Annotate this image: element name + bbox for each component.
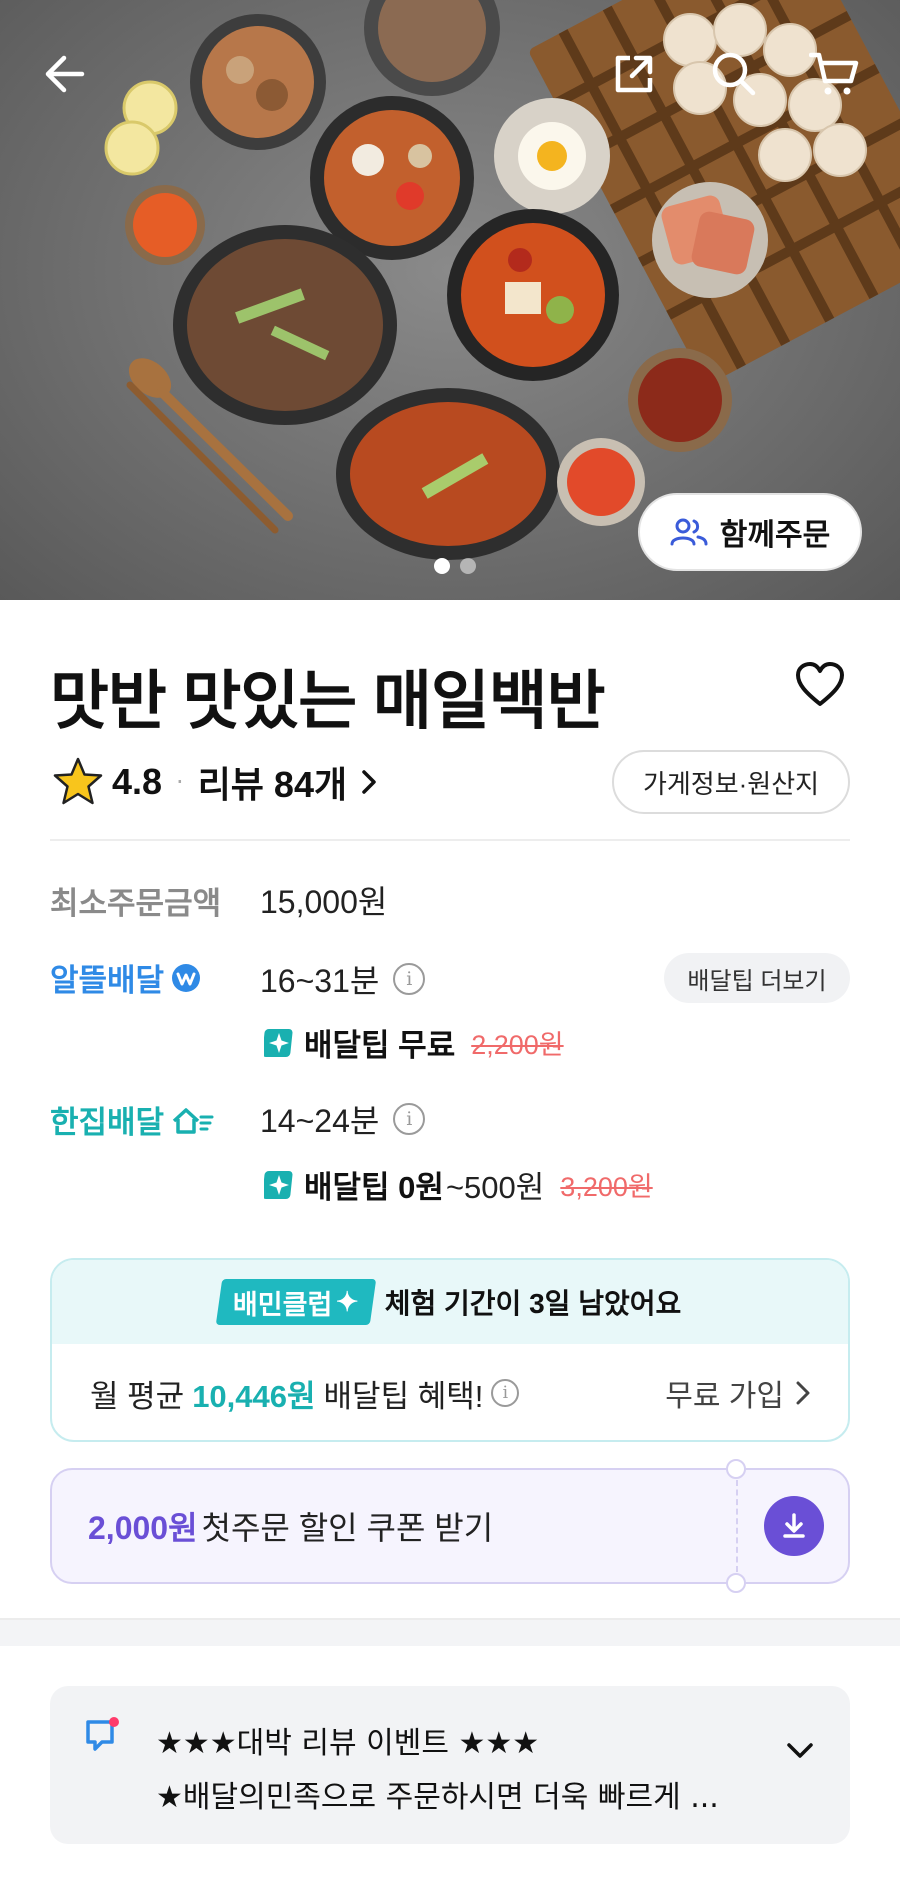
economy-delivery-time: 16~31분 [260,963,380,999]
single-delivery-time-row: 14~24분 i [260,1096,426,1142]
economy-delivery-label: 알뜰배달 [50,955,202,1000]
economy-delivery-text: 알뜰배달 [50,963,165,998]
club-benefit: 월 평균 10,446원 배달팁 혜택! i [90,1371,520,1416]
club-benefit-row: 월 평균 10,446원 배달팁 혜택! i 무료 가입 [52,1344,848,1440]
free-join-button[interactable]: 무료 가입 [665,1371,810,1415]
search-icon [712,52,756,96]
coupon-text-row: 2,000원 첫주문 할인 쿠폰 받기 [88,1470,493,1582]
back-button[interactable] [34,44,94,104]
benefit-amount: 10,446원 [192,1378,316,1414]
info-icon[interactable]: i [393,1103,426,1135]
page-dot [460,558,476,574]
single-delivery-text: 한집배달 [50,1105,165,1140]
economy-tip-label: 배달팁 무료 [304,1028,456,1063]
chevron-right-icon [796,1381,810,1405]
coupon-amount: 2,000원 [88,1510,198,1546]
share-button[interactable] [604,44,664,104]
together-order-label: 함께주문 [719,519,831,552]
chevron-down-icon[interactable] [786,1742,814,1760]
single-tip-range: ~500원 [445,1170,545,1205]
info-icon[interactable]: i [393,963,426,995]
notice-icon [86,1717,119,1751]
min-order-value: 15,000원 [260,884,388,920]
review-count-label: 리뷰 84개 [197,764,348,805]
single-tip-row: 배달팁 0원 ~500원 3,200원 [264,1162,653,1207]
single-tip-original-price: 3,200원 [560,1172,653,1202]
economy-delivery-time-row: 16~31분 i [260,956,426,1002]
notice-line-2: ★배달의민족으로 주문하시면 더욱 빠르게 ... [156,1780,719,1815]
page-dot-active [434,558,450,574]
search-button[interactable] [704,44,764,104]
heart-icon [796,662,844,706]
first-order-coupon[interactable]: 2,000원 첫주문 할인 쿠폰 받기 [50,1459,850,1593]
coupon-label: 첫주문 할인 쿠폰 받기 [201,1510,494,1546]
club-trial-banner: 배민클럽 ✦ 체험 기간이 3일 남았어요 [52,1260,848,1344]
cart-button[interactable] [804,44,864,104]
min-order-label: 최소주문금액 [50,886,222,921]
benefit-suffix: 배달팁 혜택! [323,1378,484,1414]
chevron-right-icon [362,770,376,794]
coupon-download-button[interactable] [764,1496,824,1556]
people-icon [670,518,708,546]
single-delivery-label: 한집배달 [50,1097,214,1142]
store-notice[interactable]: ★★★대박 리뷰 이벤트 ★★★ ★배달의민족으로 주문하시면 더욱 빠르게 .… [50,1686,850,1844]
review-link[interactable]: 리뷰 84개 [198,756,377,808]
store-info-origin-button[interactable]: 가게정보·원산지 [612,750,850,814]
economy-badge-icon [172,963,201,992]
rating-value: 4.8 [112,761,163,802]
sparkle-icon: ✦ [336,1286,359,1317]
back-arrow-icon [45,55,85,93]
single-delivery-time: 14~24분 [260,1103,380,1139]
store-hero-image[interactable]: 함께주문 [0,0,900,600]
economy-tip-original-price: 2,200원 [471,1030,564,1060]
club-trial-text: 체험 기간이 3일 남았어요 [384,1288,682,1319]
coupon-notch [726,1573,746,1593]
together-order-button[interactable]: 함께주문 [638,493,862,571]
single-tip-label: 배달팁 0원 [304,1170,444,1205]
fast-house-icon [172,1107,214,1134]
store-name: 맛반 맛있는 매일백반 [50,665,605,737]
coupon-notch [726,1459,746,1479]
notice-line-1: ★★★대박 리뷰 이벤트 ★★★ [156,1726,540,1761]
cart-icon [809,52,859,95]
baemin-club-badge: 배민클럽 ✦ [215,1279,376,1325]
info-icon[interactable]: i [491,1379,520,1407]
club-badge-label: 배민클럽 [232,1289,333,1320]
separator-dot: · [176,768,184,796]
favorite-button[interactable] [790,655,850,715]
sparkle-badge-icon [264,1170,293,1199]
coupon-dashed-separator [736,1480,738,1572]
section-divider [0,1618,900,1646]
rating-row: 4.8 · 리뷰 84개 [52,752,377,812]
benefit-prefix: 월 평균 [90,1378,185,1414]
divider [50,839,850,841]
free-join-label: 무료 가입 [665,1380,784,1413]
baemin-club-card[interactable]: 배민클럽 ✦ 체험 기간이 3일 남았어요 월 평균 10,446원 배달팁 혜… [50,1258,850,1442]
delivery-tip-more-button[interactable]: 배달팁 더보기 [664,953,850,1003]
image-page-indicator [434,558,476,574]
download-icon [783,1513,805,1538]
sparkle-badge-icon [264,1028,293,1057]
economy-tip-row: 배달팁 무료 2,200원 [264,1020,564,1065]
share-icon [615,55,653,93]
star-icon [53,757,103,805]
